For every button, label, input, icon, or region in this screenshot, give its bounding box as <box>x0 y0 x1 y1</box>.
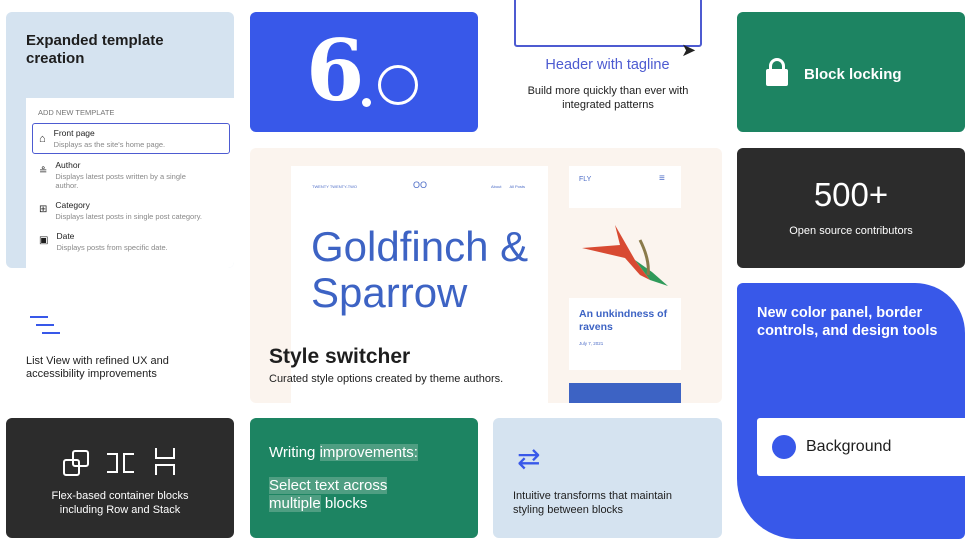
swatch-label: Background <box>806 438 892 455</box>
transforms-card: ⇄ Intuitive transforms that maintain sty… <box>493 418 722 538</box>
template-item-front-page[interactable]: ⌂ Front page Displays as the site's home … <box>32 123 230 154</box>
hero-title: Goldfinch & Sparrow <box>311 223 529 316</box>
panel-heading: ADD NEW TEMPLATE <box>38 108 115 117</box>
style-switcher-card: TWENTY TWENTY-TWO OO About All Posts Gold… <box>250 148 722 403</box>
flex-container-card: Flex-based container blocks including Ro… <box>6 418 234 538</box>
contributors-card: 500+ Open source contributors <box>737 148 965 268</box>
color-panel-card: New color panel, border controls, and de… <box>737 283 965 539</box>
text: Writing <box>269 444 320 461</box>
contributors-count: 500+ <box>813 176 889 213</box>
highlighted-text: multiple <box>269 495 321 512</box>
pattern-preview-box[interactable] <box>514 0 702 47</box>
site-nav: About All Posts <box>491 184 525 189</box>
site-name: TWENTY TWENTY-TWO <box>312 184 358 189</box>
template-panel: ADD NEW TEMPLATE ⌂ Front page Displays as… <box>26 98 234 268</box>
author-icon: ≗ <box>39 166 48 177</box>
pattern-desc: Build more quickly than ever with integr… <box>527 85 689 111</box>
nav-about[interactable]: About <box>491 184 501 189</box>
block-locking-label: Block locking <box>804 66 902 83</box>
highlighted-text: Select text across <box>269 477 388 494</box>
mobile-brand: FLY <box>579 176 592 183</box>
version-dot <box>362 98 371 107</box>
style-switcher-title: Style switcher <box>269 345 411 368</box>
patterns-card: ➤ Header with tagline Build more quickly… <box>493 0 722 132</box>
item-label: Author <box>55 160 81 170</box>
category-icon: ⊞ <box>39 204 48 215</box>
mobile-header: FLY ≡ <box>569 166 681 208</box>
template-item-category[interactable]: ⊞ Category Displays latest posts in singl… <box>32 198 230 223</box>
item-label: Category <box>55 200 90 210</box>
stack-icon <box>155 448 175 476</box>
group-icon <box>63 450 89 476</box>
calendar-icon: ▣ <box>39 235 49 246</box>
list-view-card: List View with refined UX and accessibil… <box>6 284 234 403</box>
writing-title: Writing improvements: <box>269 444 418 462</box>
item-label: Date <box>56 231 75 241</box>
row-icon <box>107 453 135 473</box>
post-date: July 7, 2021 <box>579 341 604 346</box>
post-title[interactable]: An unkindness of ravens <box>579 308 679 334</box>
version-minor-circle <box>378 65 418 105</box>
nav-all-posts[interactable]: All Posts <box>509 184 525 189</box>
menu-icon[interactable]: ≡ <box>659 173 665 184</box>
item-desc: Displays posts from specific date. <box>56 243 168 252</box>
writing-body: Select text across multiple blocks <box>269 477 388 513</box>
background-color-control[interactable]: Background <box>757 418 965 476</box>
text: blocks <box>320 495 368 512</box>
flex-desc: Flex-based container blocks including Ro… <box>51 490 189 516</box>
writing-improvements-card: Writing improvements: Select text across… <box>250 418 478 538</box>
item-label: Front page <box>53 128 95 138</box>
transform-icon: ⇄ <box>517 443 541 474</box>
transform-desc: Intuitive transforms that maintain styli… <box>513 490 672 516</box>
pattern-title: Header with tagline <box>545 57 670 73</box>
contributors-label: Open source contributors <box>789 225 913 237</box>
template-item-author[interactable]: ≗ Author Displays latest posts written by… <box>32 158 230 192</box>
item-desc: Displays as the site's home page. <box>53 140 166 149</box>
card-title: Expanded template creation <box>26 32 164 67</box>
template-creation-card: Expanded template creation ADD NEW TEMPL… <box>6 12 234 268</box>
version-major: 6 <box>306 21 365 120</box>
list-view-icon <box>30 316 62 340</box>
color-panel-title: New color panel, border controls, and de… <box>757 305 938 339</box>
bird-illustration <box>580 220 675 290</box>
template-item-date[interactable]: ▣ Date Displays posts from specific date. <box>32 229 230 254</box>
version-card: 6 <box>250 12 478 132</box>
highlighted-text: improvements: <box>319 444 418 461</box>
item-desc: Displays latest posts written by a singl… <box>55 172 186 190</box>
list-view-desc: List View with refined UX and accessibil… <box>26 355 169 380</box>
mobile-post: An unkindness of ravens July 7, 2021 <box>569 298 681 370</box>
style-switcher-desc: Curated style options created by theme a… <box>269 373 504 385</box>
site-logo: OO <box>413 180 428 190</box>
mobile-button-bar <box>569 383 681 403</box>
block-locking-card: Block locking <box>737 12 965 132</box>
color-swatch <box>772 435 796 459</box>
home-icon: ⌂ <box>39 133 46 145</box>
lock-icon <box>766 58 788 86</box>
item-desc: Displays latest posts in single post cat… <box>55 212 202 221</box>
